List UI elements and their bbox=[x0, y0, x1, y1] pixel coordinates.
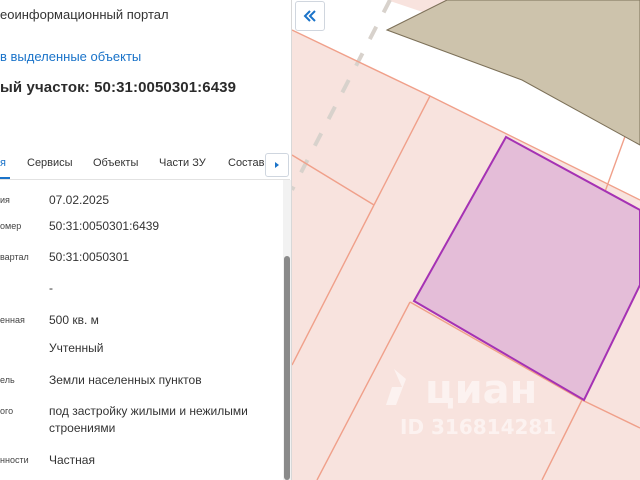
tab-objects[interactable]: Объекты bbox=[93, 157, 138, 169]
attribute-label: ого bbox=[0, 406, 14, 416]
watermark-logo-icon bbox=[386, 369, 406, 405]
tab-services[interactable]: Сервисы bbox=[27, 157, 73, 169]
parcel-title: ый участок: 50:31:0050301:6439 bbox=[0, 79, 237, 96]
portal-title: еоинформационный портал bbox=[0, 7, 169, 22]
active-tab-indicator bbox=[0, 177, 10, 179]
collapse-panel-button[interactable] bbox=[295, 1, 325, 31]
cadastral-map[interactable]: циан ID 316814281 bbox=[292, 0, 640, 480]
double-chevron-left-icon bbox=[303, 10, 316, 22]
triangle-right-icon bbox=[275, 162, 279, 168]
attribute-value: 500 кв. м bbox=[49, 313, 99, 327]
attribute-value: Земли населенных пунктов bbox=[49, 373, 202, 387]
attribute-value: - bbox=[49, 281, 53, 295]
attribute-value: Частная bbox=[49, 453, 95, 467]
attribute-label: нности bbox=[0, 455, 29, 465]
attribute-value: 07.02.2025 bbox=[49, 193, 110, 207]
attribute-label: ель bbox=[0, 375, 15, 385]
tab-bar: я Сервисы Объекты Части ЗУ Состав bbox=[0, 150, 290, 180]
attribute-value: 50:31:0050301 bbox=[49, 250, 130, 264]
watermark-brand: циан bbox=[425, 367, 538, 413]
info-panel: еоинформационный портал в выделенные объ… bbox=[0, 0, 292, 480]
attribute-value: Учтенный bbox=[49, 341, 104, 355]
tab-info[interactable]: я bbox=[0, 157, 6, 169]
back-to-selected-link[interactable]: в выделенные объекты bbox=[0, 49, 141, 64]
tab-composition[interactable]: Состав bbox=[228, 157, 264, 169]
attribute-value: 50:31:0050301:6439 bbox=[49, 219, 160, 233]
attribute-label: ия bbox=[0, 195, 10, 205]
watermark-id: ID 316814281 bbox=[400, 415, 557, 439]
scrollbar-thumb[interactable] bbox=[284, 256, 290, 480]
tabs-scroll-right-button[interactable] bbox=[265, 153, 289, 177]
tab-parts[interactable]: Части ЗУ bbox=[159, 157, 206, 169]
attribute-label: енная bbox=[0, 315, 25, 325]
attribute-label: омер bbox=[0, 221, 22, 231]
attribute-value: под застройку жилыми и нежилыми строения… bbox=[49, 404, 248, 435]
attribute-label: вартал bbox=[0, 252, 29, 262]
